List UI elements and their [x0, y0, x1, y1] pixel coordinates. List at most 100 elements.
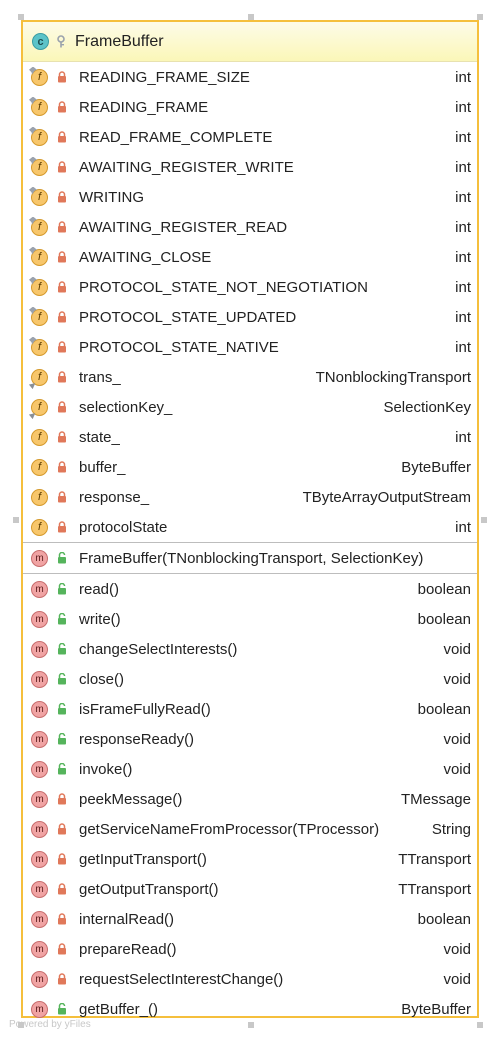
return-type: void [443, 670, 471, 688]
static-pin-icon [29, 216, 37, 225]
field-type: int [455, 248, 471, 266]
method-row[interactable]: m isFrameFullyRead() boolean [23, 694, 477, 724]
field-type: int [455, 98, 471, 116]
field-row[interactable]: f protocolState int [23, 512, 477, 542]
field-type: int [455, 188, 471, 206]
field-row[interactable]: f response_ TByteArrayOutputStream [23, 482, 477, 512]
field-name: READ_FRAME_COMPLETE [79, 128, 273, 146]
field-name: state_ [79, 428, 120, 446]
method-signature: getOutputTransport() [79, 880, 219, 898]
private-lock-icon [54, 281, 70, 293]
private-lock-icon [54, 101, 70, 113]
public-unlock-icon [54, 643, 70, 655]
return-type: void [443, 760, 471, 778]
private-lock-icon [54, 161, 70, 173]
return-type: boolean [417, 610, 471, 628]
field-name: AWAITING_CLOSE [79, 248, 212, 266]
field-name: AWAITING_REGISTER_READ [79, 218, 288, 236]
method-row[interactable]: m internalRead() boolean [23, 904, 477, 934]
constructors-section: m FrameBuffer(TNonblockingTransport, Sele… [23, 543, 477, 573]
field-row[interactable]: f READING_FRAME int [23, 92, 477, 122]
method-row[interactable]: m close() void [23, 664, 477, 694]
field-type: int [455, 218, 471, 236]
field-icon: f [29, 186, 48, 206]
field-row[interactable]: f trans_ TNonblockingTransport [23, 362, 477, 392]
return-type: void [443, 970, 471, 988]
method-row[interactable]: m getInputTransport() TTransport [23, 844, 477, 874]
method-row[interactable]: m read() boolean [23, 574, 477, 604]
field-row[interactable]: f READING_FRAME_SIZE int [23, 62, 477, 92]
class-node[interactable]: c FrameBuffer f READING_FRAME_SIZE int f REA… [21, 20, 479, 1018]
private-lock-icon [54, 491, 70, 503]
field-row[interactable]: f PROTOCOL_STATE_NATIVE int [23, 332, 477, 362]
method-row[interactable]: m getOutputTransport() TTransport [23, 874, 477, 904]
static-pin-icon [29, 306, 37, 315]
method-row[interactable]: m prepareRead() void [23, 934, 477, 964]
method-row[interactable]: m peekMessage() TMessage [23, 784, 477, 814]
methods-section: m read() boolean m write() boolean m changeSele… [23, 574, 477, 1024]
field-row[interactable]: f AWAITING_REGISTER_WRITE int [23, 152, 477, 182]
method-row[interactable]: m write() boolean [23, 604, 477, 634]
class-name: FrameBuffer [75, 32, 164, 50]
field-row[interactable]: f READ_FRAME_COMPLETE int [23, 122, 477, 152]
resize-handle-middle-left[interactable] [13, 517, 19, 523]
private-lock-icon [54, 521, 70, 533]
field-row[interactable]: f WRITING int [23, 182, 477, 212]
method-signature: getInputTransport() [79, 850, 207, 868]
field-name: trans_ [79, 368, 121, 386]
package-visibility-icon [55, 35, 67, 48]
method-row[interactable]: m changeSelectInterests() void [23, 634, 477, 664]
resize-handle-bottom-right[interactable] [477, 1022, 483, 1028]
public-unlock-icon [54, 583, 70, 595]
return-type: ByteBuffer [401, 1000, 471, 1018]
method-signature: changeSelectInterests() [79, 640, 238, 658]
diagram-canvas: c FrameBuffer f READING_FRAME_SIZE int f REA… [0, 0, 501, 1042]
public-unlock-icon [54, 703, 70, 715]
method-icon: m [31, 670, 48, 688]
method-row[interactable]: m requestSelectInterestChange() void [23, 964, 477, 994]
method-icon: m [31, 790, 48, 808]
method-icon: m [31, 760, 48, 778]
method-row[interactable]: m getBuffer_() ByteBuffer [23, 994, 477, 1024]
field-type: int [455, 158, 471, 176]
method-row[interactable]: m responseReady() void [23, 724, 477, 754]
private-lock-icon [54, 311, 70, 323]
field-name: selectionKey_ [79, 398, 173, 416]
field-row[interactable]: f PROTOCOL_STATE_NOT_NEGOTIATION int [23, 272, 477, 302]
method-row[interactable]: m invoke() void [23, 754, 477, 784]
class-header[interactable]: c FrameBuffer [23, 22, 477, 62]
return-type: TTransport [398, 880, 471, 898]
private-lock-icon [54, 973, 70, 985]
field-row[interactable]: f selectionKey_ SelectionKey [23, 392, 477, 422]
method-signature: FrameBuffer(TNonblockingTransport, Selec… [79, 549, 424, 567]
method-signature: isFrameFullyRead() [79, 700, 211, 718]
private-lock-icon [54, 191, 70, 203]
method-row[interactable]: m getServiceNameFromProcessor(TProcessor)… [23, 814, 477, 844]
field-row[interactable]: f AWAITING_REGISTER_READ int [23, 212, 477, 242]
return-type: void [443, 640, 471, 658]
field-row[interactable]: f AWAITING_CLOSE int [23, 242, 477, 272]
field-type: int [455, 278, 471, 296]
field-type: int [455, 308, 471, 326]
field-row[interactable]: f state_ int [23, 422, 477, 452]
field-row[interactable]: f PROTOCOL_STATE_UPDATED int [23, 302, 477, 332]
resize-handle-middle-right[interactable] [481, 517, 487, 523]
field-row[interactable]: f buffer_ ByteBuffer [23, 452, 477, 482]
private-lock-icon [54, 793, 70, 805]
method-icon: m [31, 549, 48, 567]
return-type: boolean [417, 580, 471, 598]
static-pin-icon [29, 246, 37, 255]
static-pin-icon [29, 156, 37, 165]
return-type: void [443, 940, 471, 958]
method-signature: close() [79, 670, 125, 688]
field-name: PROTOCOL_STATE_NATIVE [79, 338, 279, 356]
field-icon: f [29, 96, 48, 116]
field-icon: f [31, 488, 48, 506]
method-icon: m [31, 640, 48, 658]
method-signature: invoke() [79, 760, 133, 778]
final-marker-icon [29, 410, 37, 418]
private-lock-icon [54, 853, 70, 865]
method-signature: internalRead() [79, 910, 175, 928]
constructor-row[interactable]: m FrameBuffer(TNonblockingTransport, Sele… [23, 543, 477, 573]
method-icon: m [31, 910, 48, 928]
